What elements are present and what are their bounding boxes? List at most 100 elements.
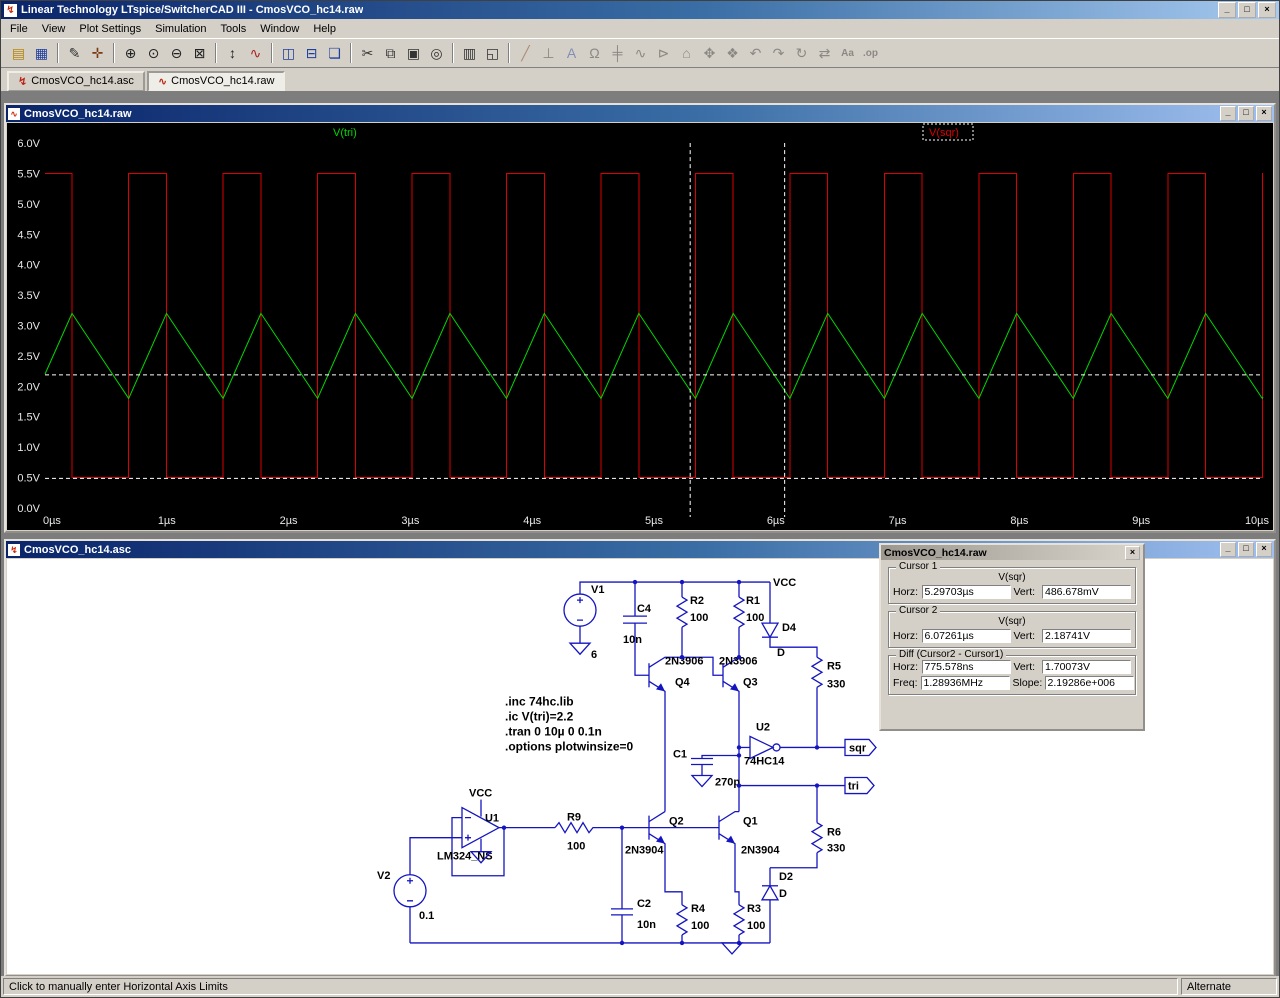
menu-item-simulation[interactable]: Simulation <box>148 21 213 37</box>
net-label-vcc[interactable]: VCC <box>469 788 492 800</box>
toolbar-separator <box>508 43 510 63</box>
component-r9[interactable]: R9 100 <box>554 812 595 853</box>
menu-item-window[interactable]: Window <box>253 21 306 37</box>
component-c1[interactable]: C1 270p <box>673 748 740 788</box>
component-r2[interactable]: R2 100 <box>675 595 708 628</box>
component-r3[interactable]: R3 100 <box>732 903 765 943</box>
menu-item-file[interactable]: File <box>3 21 35 37</box>
component-r5[interactable]: R5 330 <box>810 656 845 690</box>
component-u2-inverter[interactable]: U2 74HC14 <box>744 721 785 767</box>
diff-slope-field[interactable] <box>1044 676 1134 690</box>
waveform-titlebar[interactable]: ∿ CmosVCO_hc14.raw _ □ × <box>6 105 1274 122</box>
cursor-dialog-title: CmosVCO_hc14.raw <box>884 546 987 559</box>
plot-settings-icon[interactable]: ∿ <box>244 42 267 64</box>
cursor1-horz-field[interactable] <box>921 585 1011 599</box>
restore-icon[interactable]: □ <box>1238 542 1254 557</box>
cursor-dialog-titlebar[interactable]: CmosVCO_hc14.raw × <box>881 545 1143 560</box>
cursor2-vert-field[interactable] <box>1042 629 1131 643</box>
autorange-icon[interactable]: ↕ <box>221 42 244 64</box>
component-q1[interactable]: Q1 2N3904 <box>718 810 780 905</box>
schematic-tab-icon: ↯ <box>18 75 28 88</box>
svg-text:330: 330 <box>827 678 845 690</box>
cursor2-horz-field[interactable] <box>921 629 1011 643</box>
print-preview-icon[interactable]: ◱ <box>481 42 504 64</box>
schematic-window-title: CmosVCO_hc14.asc <box>24 543 131 556</box>
ground-icon: ⊥ <box>542 44 555 61</box>
waveform-plot[interactable]: 6.0V 5.5V 5.0V 4.5V 4.0V 3.5V 3.0V 2.5V 2.0V 1.5V… <box>7 123 1273 530</box>
menu-item-plot-settings[interactable]: Plot Settings <box>72 21 148 37</box>
restore-icon[interactable]: □ <box>1238 106 1254 121</box>
zoom-out-icon[interactable]: ⊖ <box>165 42 188 64</box>
minimize-icon[interactable]: _ <box>1220 106 1236 121</box>
maximize-button[interactable]: □ <box>1238 2 1256 18</box>
component-r4[interactable]: R4 100 <box>675 903 709 943</box>
zoom-in-icon[interactable]: ⊕ <box>119 42 142 64</box>
spice-directive-text: .options plotwinsize=0 <box>505 739 634 753</box>
minimize-button[interactable]: _ <box>1218 2 1236 18</box>
tab-cmosvco-raw[interactable]: ∿ CmosVCO_hc14.raw <box>146 71 286 92</box>
close-icon[interactable]: × <box>1256 542 1272 557</box>
net-flag-tri[interactable]: tri <box>844 776 875 795</box>
tab-cmosvco-asc[interactable]: ↯ CmosVCO_hc14.asc <box>7 71 145 92</box>
control-panel-icon[interactable]: ✛ <box>86 42 109 64</box>
cursor1-vert-field[interactable] <box>1042 585 1131 599</box>
close-button[interactable]: × <box>1258 2 1276 18</box>
legend-vtri[interactable]: V(tri) <box>333 127 357 139</box>
component-v2[interactable]: V2 0.1 <box>377 870 434 922</box>
component-d4[interactable]: D4 D <box>760 622 797 659</box>
new-schematic-icon[interactable]: ✎ <box>63 42 86 64</box>
window-title: Linear Technology LTspice/SwitcherCAD II… <box>21 4 364 16</box>
component-q2[interactable]: Q2 2N3904 <box>625 811 684 905</box>
x-axis-tick-label: 9µs <box>1132 515 1150 527</box>
component-q4[interactable]: Q4 2N3906 <box>648 655 723 812</box>
freq-label: Freq: <box>893 677 918 689</box>
app-icon: ↯ <box>4 3 17 17</box>
print-icon[interactable]: ▥ <box>458 42 481 64</box>
save-icon[interactable]: ▦ <box>30 42 53 64</box>
component-d2[interactable]: D2 D <box>760 871 793 901</box>
diff-vert-field[interactable] <box>1042 660 1131 674</box>
menu-item-view[interactable]: View <box>35 21 73 37</box>
spice-directives[interactable]: .inc 74hc.lib .ic V(tri)=2.2 .tran 0 10µ… <box>505 694 634 753</box>
capacitor-icon: ╪ <box>612 45 623 61</box>
svg-text:C2: C2 <box>637 898 651 910</box>
close-icon[interactable]: × <box>1125 545 1140 560</box>
net-flag-sqr[interactable]: sqr <box>844 738 877 757</box>
component-c4[interactable]: C4 10n <box>623 603 652 646</box>
y-axis-tick-label: 0.0V <box>17 503 40 515</box>
net-label-vcc[interactable]: VCC <box>773 577 796 589</box>
paste-icon[interactable]: ▣ <box>402 42 425 64</box>
close-icon[interactable]: × <box>1256 106 1272 121</box>
legend-vsqr[interactable]: V(sqr) <box>929 127 959 139</box>
diff-freq-field[interactable] <box>920 676 1010 690</box>
inductor-icon: ∿ <box>634 44 647 61</box>
cascade-icon[interactable]: ❏ <box>323 42 346 64</box>
zoom-full-extents-icon[interactable]: ⊠ <box>188 42 211 64</box>
tile-vertical-icon[interactable]: ◫ <box>277 42 300 64</box>
component-c2[interactable]: C2 10n <box>611 898 656 931</box>
component-r6[interactable]: R6 330 <box>810 822 845 855</box>
cut-icon[interactable]: ✂ <box>356 42 379 64</box>
zoom-back-icon[interactable]: ⊙ <box>142 42 165 64</box>
menu-item-help[interactable]: Help <box>306 21 343 37</box>
minimize-icon[interactable]: _ <box>1220 542 1236 557</box>
vert-label: Vert: <box>1013 661 1036 673</box>
spice-directive-icon: .op <box>863 47 878 59</box>
y-axis-tick-label: 3.0V <box>17 320 40 332</box>
titlebar[interactable]: ↯ Linear Technology LTspice/SwitcherCAD … <box>1 1 1279 19</box>
component-u1-opamp[interactable]: U1 LM324_NS <box>437 806 501 863</box>
tile-horizontal-icon[interactable]: ⊟ <box>300 42 323 64</box>
copy-icon[interactable]: ⧉ <box>379 42 402 64</box>
open-icon[interactable]: ▤ <box>7 42 30 64</box>
svg-text:D: D <box>777 647 785 659</box>
find-icon[interactable]: ◎ <box>425 42 448 64</box>
diff-group: Diff (Cursor2 - Cursor1) Horz: Vert: Fre… <box>888 649 1136 695</box>
svg-text:270p: 270p <box>715 777 740 789</box>
y-axis-tick-label: 4.5V <box>17 229 40 241</box>
y-axis-tick-label: 5.5V <box>17 168 40 180</box>
mdi-area: ∿ CmosVCO_hc14.raw _ □ × 6.0V 5.5V 5.0V 4.5… <box>1 91 1279 977</box>
diff-horz-field[interactable] <box>921 660 1011 674</box>
x-axis-tick-label: 4µs <box>523 515 541 527</box>
menu-item-tools[interactable]: Tools <box>214 21 254 37</box>
component-r1[interactable]: R1 100 <box>732 595 764 628</box>
